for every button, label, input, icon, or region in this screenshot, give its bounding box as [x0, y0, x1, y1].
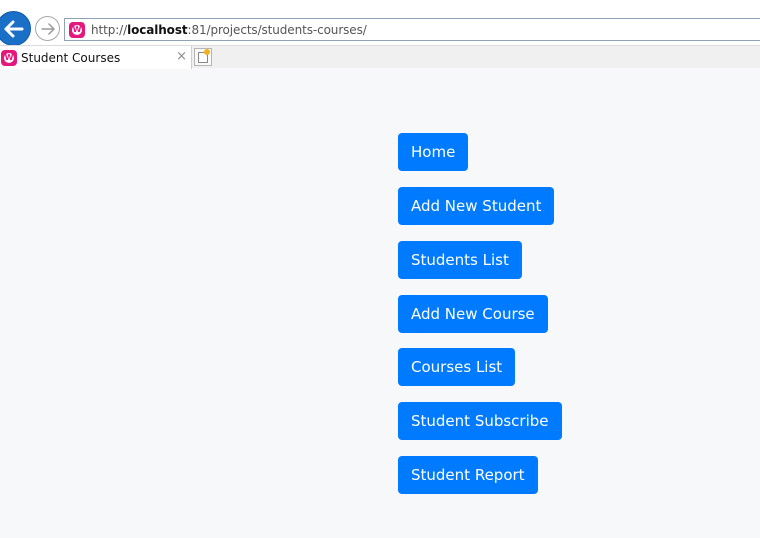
forward-arrow-icon — [40, 22, 55, 35]
site-favicon-icon: W — [1, 49, 17, 66]
back-arrow-icon — [4, 20, 23, 37]
tab-strip: W Student Courses × — [0, 45, 760, 69]
url-text: http://localhost:81/projects/students-co… — [91, 22, 367, 37]
student-report-button[interactable]: Student Report — [398, 456, 538, 494]
courses-list-button[interactable]: Courses List — [398, 348, 516, 386]
tab-student-courses[interactable]: W Student Courses × — [0, 46, 192, 69]
tab-title: Student Courses — [21, 50, 121, 65]
add-new-student-button[interactable]: Add New Student — [398, 187, 555, 225]
student-subscribe-button[interactable]: Student Subscribe — [398, 402, 562, 440]
address-bar[interactable]: W http://localhost:81/projects/students-… — [64, 18, 760, 41]
browser-chrome: W http://localhost:81/projects/students-… — [0, 0, 760, 69]
back-button[interactable] — [0, 11, 31, 46]
add-new-course-button[interactable]: Add New Course — [398, 295, 548, 333]
new-tab-icon[interactable] — [194, 48, 212, 66]
site-favicon-icon: W — [69, 21, 85, 38]
forward-button[interactable] — [35, 16, 60, 41]
close-icon[interactable]: × — [176, 49, 187, 65]
home-button[interactable]: Home — [398, 133, 469, 171]
students-list-button[interactable]: Students List — [398, 241, 522, 279]
